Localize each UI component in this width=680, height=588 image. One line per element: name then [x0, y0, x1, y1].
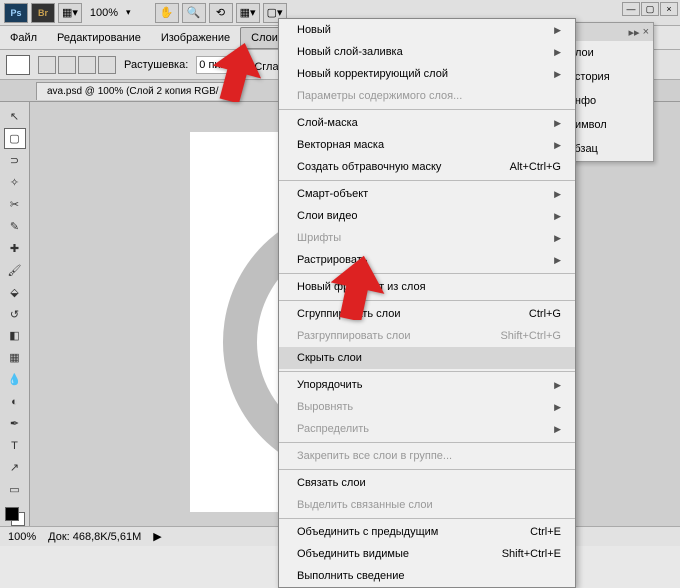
mi-ungroup: Разгруппировать слоиShift+Ctrl+G: [279, 325, 575, 347]
mi-arrange[interactable]: Упорядочить▶: [279, 374, 575, 396]
zoom-level[interactable]: 100%: [84, 7, 124, 19]
mi-smart-obj[interactable]: Смарт-объект▶: [279, 183, 575, 205]
workspace-icon[interactable]: ▦▾: [58, 3, 82, 23]
path-tool-icon[interactable]: ↗: [4, 457, 26, 478]
gradient-tool-icon[interactable]: ▦: [4, 347, 26, 368]
menu-file[interactable]: Файл: [0, 28, 47, 48]
mi-raster[interactable]: Растрировать▶: [279, 249, 575, 271]
submenu-arrow-icon: ▶: [554, 211, 561, 222]
shortcut: Alt+Ctrl+G: [510, 161, 561, 173]
selection-add-icon[interactable]: [58, 56, 76, 74]
panel-collapse-icon[interactable]: ▸▸: [629, 26, 640, 39]
mi-select-linked: Выделить связанные слои: [279, 494, 575, 516]
crop-tool-icon[interactable]: ✂: [4, 194, 26, 215]
mi-vector-mask[interactable]: Векторная маска▶: [279, 134, 575, 156]
submenu-arrow-icon: ▶: [554, 189, 561, 200]
arrange-docs-icon[interactable]: ▦▾: [236, 3, 260, 23]
shortcut: Shift+Ctrl+G: [500, 330, 561, 342]
status-arrow-icon[interactable]: ▶: [153, 530, 161, 543]
selection-intersect-icon[interactable]: [98, 56, 116, 74]
mi-new-adjust[interactable]: Новый корректирующий слой▶: [279, 63, 575, 85]
type-tool-icon[interactable]: T: [4, 435, 26, 456]
mi-content-opts: Параметры содержимого слоя...: [279, 85, 575, 107]
submenu-arrow-icon: ▶: [554, 255, 561, 266]
ps-logo-icon[interactable]: Ps: [4, 3, 28, 23]
antialias-checkbox[interactable]: Сгла: [238, 57, 278, 73]
mi-lock-all: Закрепить все слои в группе...: [279, 445, 575, 467]
shortcut: Shift+Ctrl+E: [502, 548, 561, 560]
wand-tool-icon[interactable]: ✧: [4, 172, 26, 193]
mi-mask[interactable]: Слой-маска▶: [279, 112, 575, 134]
bridge-icon[interactable]: Br: [31, 3, 55, 23]
fg-bg-swatch[interactable]: [5, 507, 25, 526]
zoom-tool-icon[interactable]: 🔍: [182, 3, 206, 23]
menu-image[interactable]: Изображение: [151, 28, 240, 48]
hand-tool-icon[interactable]: ✋: [155, 3, 179, 23]
history-brush-icon[interactable]: ↺: [4, 304, 26, 325]
tool-preset-icon[interactable]: [6, 55, 30, 75]
maximize-icon[interactable]: ▢: [641, 2, 659, 16]
pen-tool-icon[interactable]: ✒: [4, 413, 26, 434]
close-icon[interactable]: ×: [660, 2, 678, 16]
mi-group[interactable]: Сгруппировать слоиCtrl+G: [279, 303, 575, 325]
minimize-icon[interactable]: —: [622, 2, 640, 16]
shortcut: Ctrl+G: [529, 308, 561, 320]
mi-video[interactable]: Слои видео▶: [279, 205, 575, 227]
mi-new[interactable]: Новый▶: [279, 19, 575, 41]
feather-label: Растушевка:: [124, 59, 188, 71]
mi-merge-visible[interactable]: Объединить видимыеShift+Ctrl+E: [279, 543, 575, 565]
selection-subtract-icon[interactable]: [78, 56, 96, 74]
mi-link[interactable]: Связать слои: [279, 472, 575, 494]
status-doc: Док: 468,8K/5,61M: [48, 531, 141, 543]
panel-close-icon[interactable]: ×: [643, 26, 649, 38]
dodge-tool-icon[interactable]: ◐: [4, 391, 26, 412]
layer-dropdown-menu: Новый▶ Новый слой-заливка▶ Новый коррект…: [278, 18, 576, 588]
mi-align: Выровнять▶: [279, 396, 575, 418]
shortcut: Ctrl+E: [530, 526, 561, 538]
heal-tool-icon[interactable]: ✚: [4, 238, 26, 259]
lasso-tool-icon[interactable]: ⊃: [4, 150, 26, 171]
mi-new-fill[interactable]: Новый слой-заливка▶: [279, 41, 575, 63]
submenu-arrow-icon: ▶: [554, 25, 561, 36]
shape-tool-icon[interactable]: ▭: [4, 479, 26, 500]
submenu-arrow-icon: ▶: [554, 402, 561, 413]
mi-hide[interactable]: Скрыть слои: [279, 347, 575, 369]
mi-clipping-mask[interactable]: Создать обтравочную маскуAlt+Ctrl+G: [279, 156, 575, 178]
move-tool-icon[interactable]: ↖: [4, 106, 26, 127]
submenu-arrow-icon: ▶: [554, 69, 561, 80]
mi-type: Шрифты▶: [279, 227, 575, 249]
mi-merge-down[interactable]: Объединить с предыдущимCtrl+E: [279, 521, 575, 543]
status-zoom[interactable]: 100%: [8, 531, 36, 543]
feather-input[interactable]: [196, 56, 230, 74]
submenu-arrow-icon: ▶: [554, 380, 561, 391]
brush-tool-icon[interactable]: 🖌: [4, 260, 26, 281]
rotate-view-icon[interactable]: ⟲: [209, 3, 233, 23]
marquee-tool-icon[interactable]: ▢: [4, 128, 26, 149]
selection-new-icon[interactable]: [38, 56, 56, 74]
submenu-arrow-icon: ▶: [554, 424, 561, 435]
tool-palette: ↖ ▢ ⊃ ✧ ✂ ✎ ✚ 🖌 ⬙ ↺ ◧ ▦ 💧 ◐ ✒ T ↗ ▭: [0, 102, 30, 526]
stamp-tool-icon[interactable]: ⬙: [4, 282, 26, 303]
blur-tool-icon[interactable]: 💧: [4, 369, 26, 390]
submenu-arrow-icon: ▶: [554, 140, 561, 151]
mi-flatten[interactable]: Выполнить сведение: [279, 565, 575, 587]
submenu-arrow-icon: ▶: [554, 47, 561, 58]
submenu-arrow-icon: ▶: [554, 118, 561, 129]
submenu-arrow-icon: ▶: [554, 233, 561, 244]
doc-tab[interactable]: ava.psd @ 100% (Слой 2 копия RGB/: [36, 82, 230, 100]
window-controls: — ▢ ×: [622, 2, 678, 16]
eraser-tool-icon[interactable]: ◧: [4, 325, 26, 346]
mi-new-slice[interactable]: Новый фрагмент из слоя: [279, 276, 575, 298]
menu-edit[interactable]: Редактирование: [47, 28, 151, 48]
mi-distribute: Распределить▶: [279, 418, 575, 440]
eyedropper-tool-icon[interactable]: ✎: [4, 216, 26, 237]
